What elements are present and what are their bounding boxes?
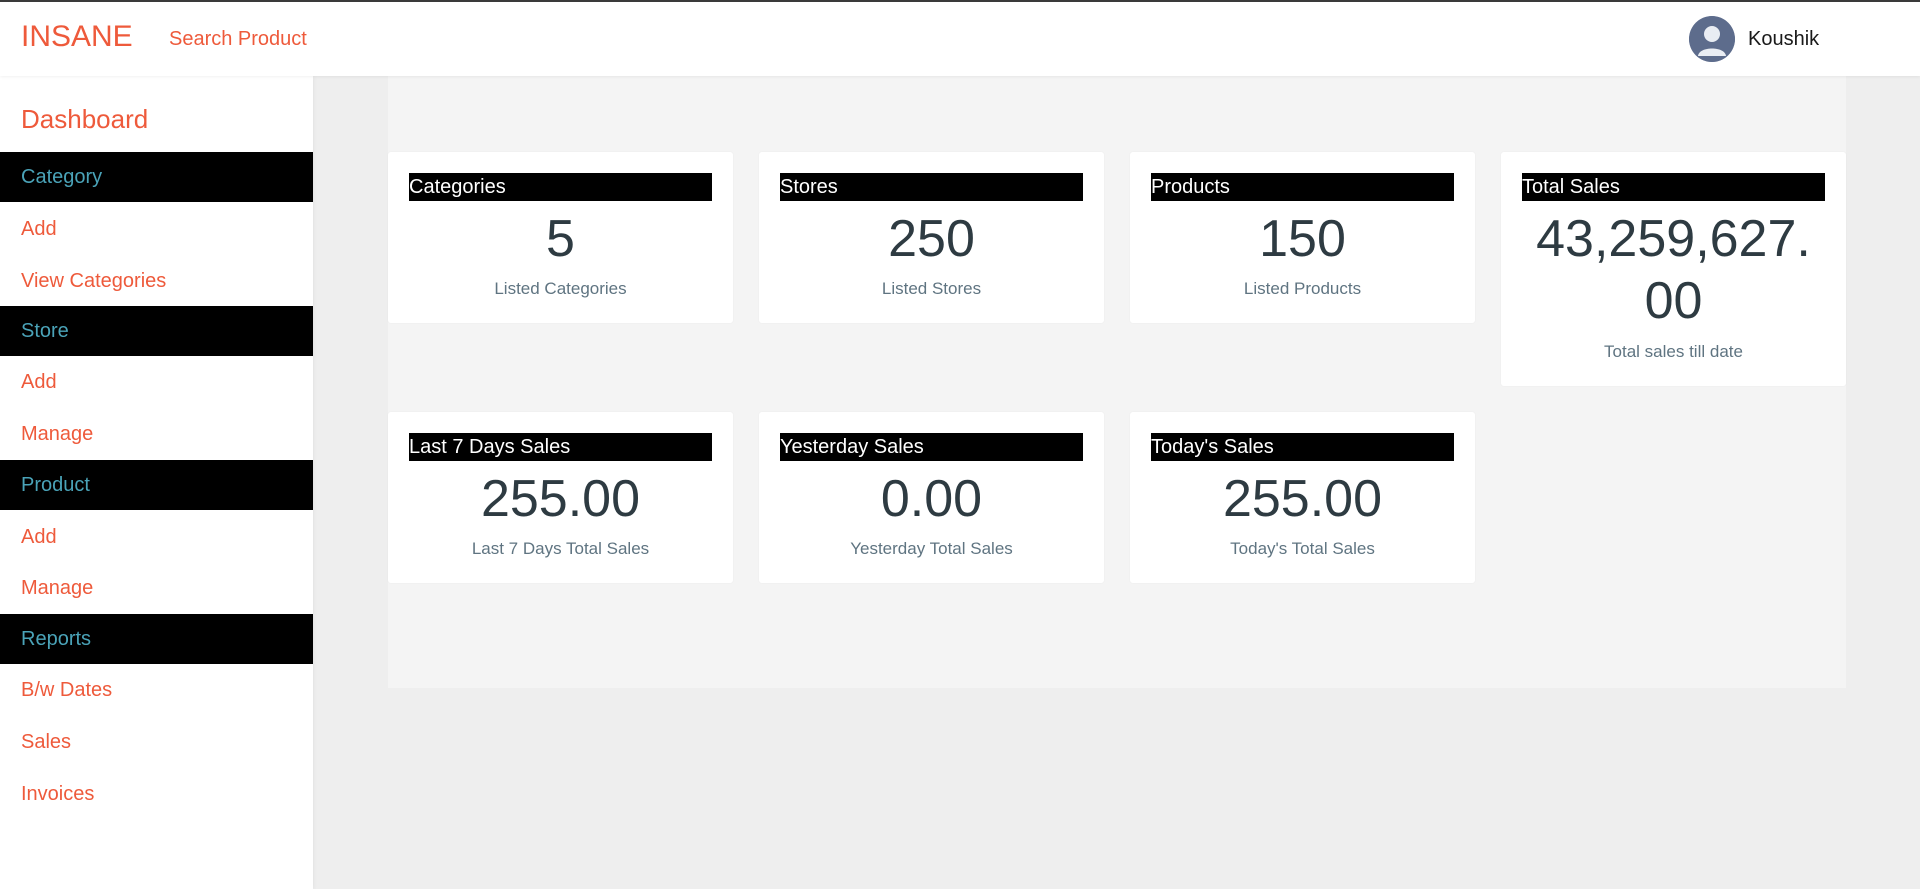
card-caption: Today's Total Sales [1230, 539, 1375, 558]
card-last-7-days-sales: Last 7 Days Sales 255.00 Last 7 Days Tot… [388, 412, 733, 583]
card-title: Today's Sales [1151, 433, 1454, 461]
sidebar-item-invoices[interactable]: Invoices [0, 769, 313, 819]
top-navbar: INSANE Search Product Koushik [0, 0, 1920, 76]
sidebar-section-store[interactable]: Store [0, 306, 313, 356]
brand-logo[interactable]: INSANE [21, 20, 133, 54]
card-caption: Total sales till date [1604, 342, 1743, 361]
card-value: 0.00 [880, 470, 983, 528]
card-value: 250 [888, 210, 975, 268]
card-caption: Yesterday Total Sales [850, 539, 1013, 558]
card-value-line1: 43,259,627. [1536, 210, 1811, 268]
card-value-line2: 00 [1644, 272, 1703, 330]
card-total-sales: Total Sales 43,259,627. 00 Total sales t… [1501, 152, 1846, 386]
sidebar-item-bw-dates[interactable]: B/w Dates [0, 665, 313, 715]
card-stores: Stores 250 Listed Stores [759, 152, 1104, 323]
card-caption: Last 7 Days Total Sales [471, 539, 650, 558]
sidebar-item-add-product[interactable]: Add [0, 512, 313, 562]
sidebar-item-add-store[interactable]: Add [0, 357, 313, 407]
sidebar-item-sales[interactable]: Sales [0, 717, 313, 767]
card-value: 255.00 [480, 470, 641, 528]
sidebar-dashboard-link[interactable]: Dashboard [21, 104, 148, 135]
card-title: Last 7 Days Sales [409, 433, 712, 461]
card-value: 255.00 [1222, 470, 1383, 528]
user-menu[interactable]: Koushik [1689, 16, 1819, 62]
card-caption: Listed Products [1243, 279, 1362, 298]
sidebar-item-manage-product[interactable]: Manage [0, 563, 313, 613]
sidebar-item-add-category[interactable]: Add [0, 204, 313, 254]
user-avatar-icon[interactable] [1689, 16, 1735, 62]
card-title: Categories [409, 173, 712, 201]
card-title: Yesterday Sales [780, 433, 1083, 461]
card-value: 5 [546, 210, 575, 268]
card-caption: Listed Stores [881, 279, 982, 298]
sidebar-section-category[interactable]: Category [0, 152, 313, 202]
card-yesterday-sales: Yesterday Sales 0.00 Yesterday Total Sal… [759, 412, 1104, 583]
card-todays-sales: Today's Sales 255.00 Today's Total Sales [1130, 412, 1475, 583]
card-value: 150 [1259, 210, 1346, 268]
card-categories: Categories 5 Listed Categories [388, 152, 733, 323]
search-product-link[interactable]: Search Product [169, 28, 307, 51]
sidebar: Dashboard Category Add View Categories S… [0, 76, 313, 889]
user-name[interactable]: Koushik [1748, 28, 1819, 51]
card-title: Total Sales [1522, 173, 1825, 201]
sidebar-section-reports[interactable]: Reports [0, 614, 313, 664]
card-products: Products 150 Listed Products [1130, 152, 1475, 323]
card-title: Products [1151, 173, 1454, 201]
card-title: Stores [780, 173, 1083, 201]
sidebar-section-product[interactable]: Product [0, 460, 313, 510]
sidebar-item-view-categories[interactable]: View Categories [0, 256, 313, 306]
sidebar-item-manage-store[interactable]: Manage [0, 409, 313, 459]
card-caption: Listed Categories [494, 279, 627, 298]
